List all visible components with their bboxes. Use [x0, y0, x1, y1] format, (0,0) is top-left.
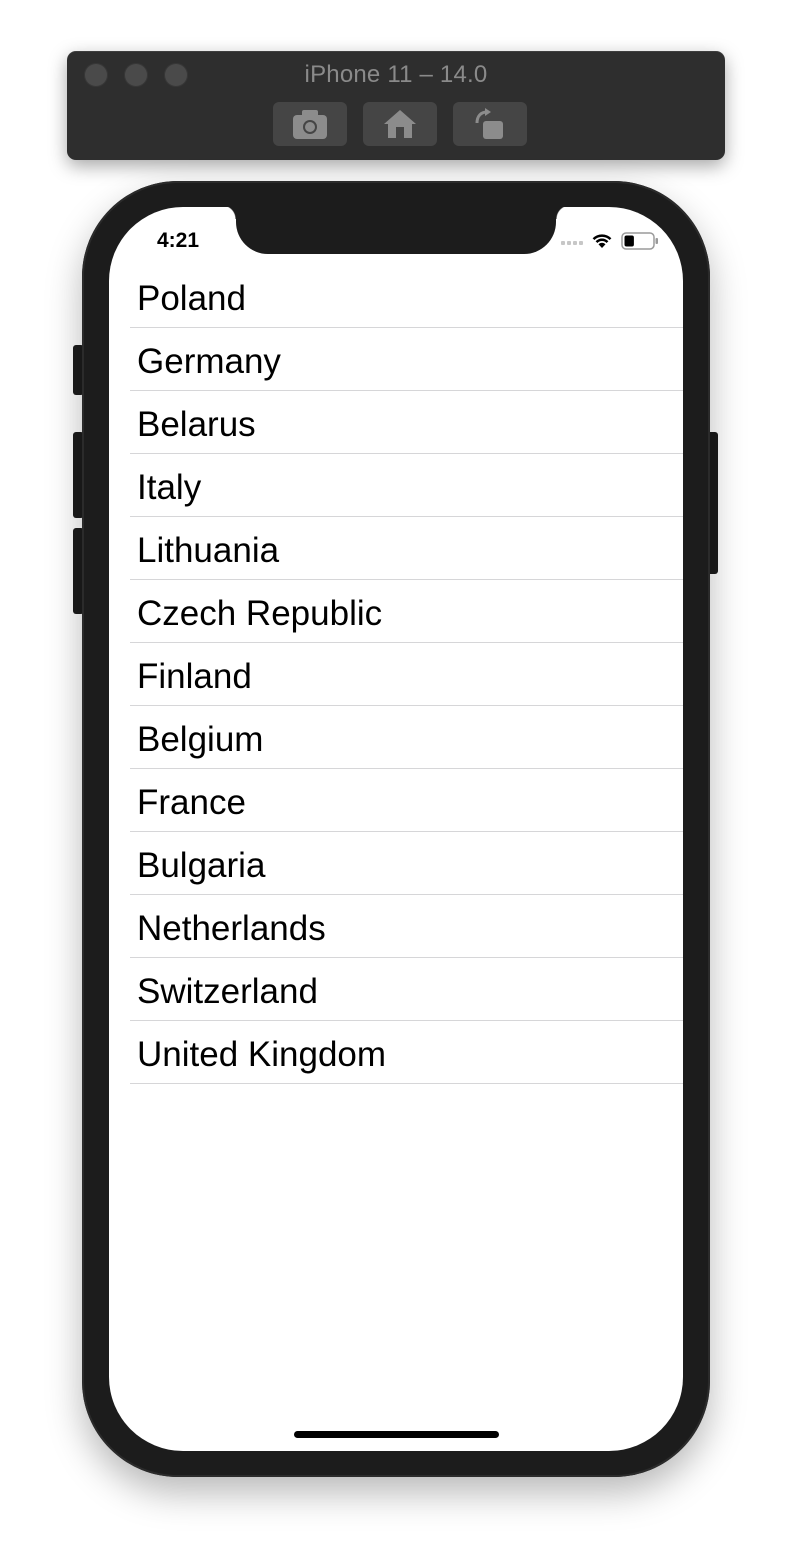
country-label: Finland	[137, 657, 252, 696]
notch	[222, 207, 570, 254]
country-label: Germany	[137, 342, 281, 381]
country-label: Netherlands	[137, 909, 326, 948]
country-label: Poland	[137, 279, 246, 318]
country-label: Lithuania	[137, 531, 280, 570]
table-row[interactable]: Czech Republic	[109, 580, 683, 643]
table-row[interactable]: Switzerland	[109, 958, 683, 1021]
table-row[interactable]: Italy	[109, 454, 683, 517]
country-label: Bulgaria	[137, 846, 266, 885]
country-label: Belgium	[137, 720, 264, 759]
rotate-button[interactable]	[453, 102, 527, 146]
country-label: France	[137, 783, 246, 822]
home-indicator[interactable]	[294, 1431, 499, 1438]
home-icon	[382, 108, 418, 140]
country-label: Belarus	[137, 405, 256, 444]
cellular-signal-icon	[561, 241, 583, 245]
home-button[interactable]	[363, 102, 437, 146]
country-table[interactable]: Poland Germany Belarus Italy Lithuania Czech …	[109, 265, 683, 1084]
battery-icon	[621, 231, 659, 255]
table-row[interactable]: Finland	[109, 643, 683, 706]
table-row[interactable]: France	[109, 769, 683, 832]
simulator-toolbar: iPhone 11 – 14.0	[67, 51, 725, 160]
table-row[interactable]: Belarus	[109, 391, 683, 454]
simulator-title: iPhone 11 – 14.0	[304, 61, 488, 88]
status-icons	[561, 231, 659, 255]
table-row[interactable]: United Kingdom	[109, 1021, 683, 1084]
table-row[interactable]: Belgium	[109, 706, 683, 769]
table-row[interactable]: Lithuania	[109, 517, 683, 580]
wifi-icon	[591, 232, 613, 254]
table-row[interactable]: Germany	[109, 328, 683, 391]
country-label: Switzerland	[137, 972, 318, 1011]
country-label: Italy	[137, 468, 202, 507]
screenshot-button[interactable]	[273, 102, 347, 146]
table-row[interactable]: Bulgaria	[109, 832, 683, 895]
table-row[interactable]: Poland	[109, 265, 683, 328]
table-row[interactable]: Netherlands	[109, 895, 683, 958]
country-label: Czech Republic	[137, 594, 383, 633]
device-screen: 4:21 Poland Germany Belarus Italy Lithua…	[109, 207, 683, 1451]
country-label: United Kingdom	[137, 1035, 387, 1074]
camera-icon	[290, 107, 330, 141]
status-time: 4:21	[157, 229, 200, 252]
simulator-window: iPhone 11 – 14.0 4:21 Poland Germany Bel…	[0, 0, 792, 1562]
rotate-icon	[473, 107, 507, 141]
